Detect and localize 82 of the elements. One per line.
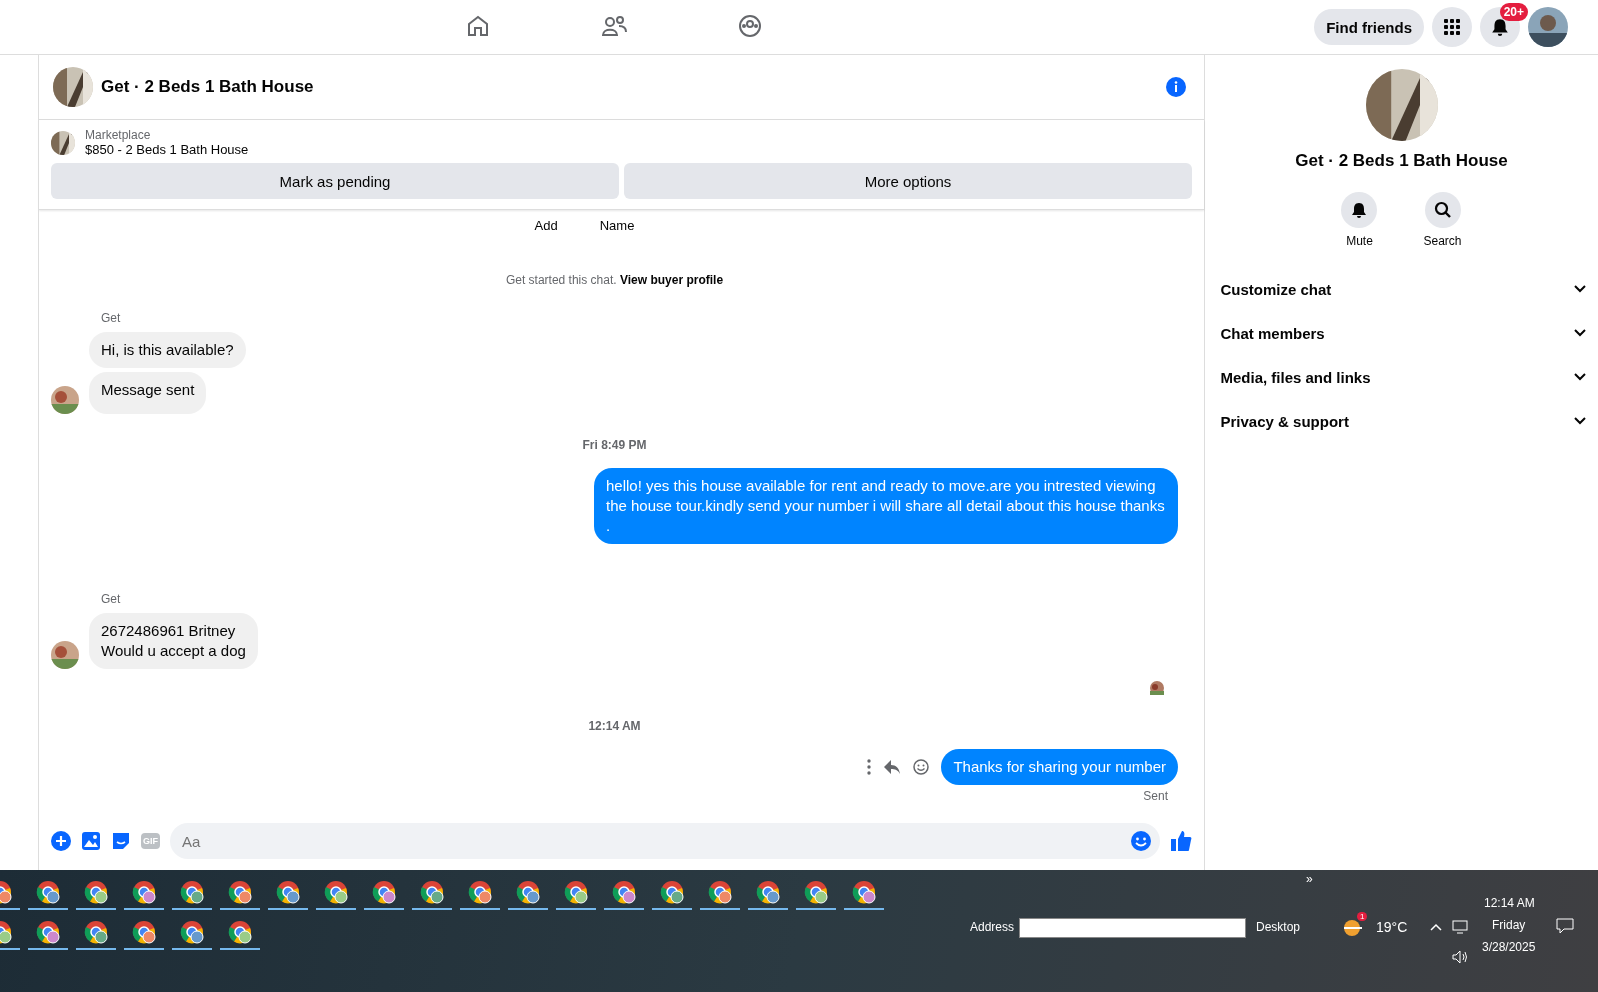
bell-icon <box>1350 201 1369 219</box>
bell-icon <box>1490 17 1510 37</box>
clock-date: 3/28/2025 <box>1482 940 1536 954</box>
section-toggle[interactable]: Chat members <box>1216 311 1587 355</box>
column-label: Add <box>534 218 558 233</box>
listing-button[interactable]: More options <box>624 163 1192 199</box>
browser-icon <box>228 920 252 944</box>
browser-icon <box>228 880 252 904</box>
more-icon[interactable] <box>867 759 872 775</box>
chat-start-note: Get started this chat. View buyer profile <box>505 273 724 287</box>
reply-icon[interactable] <box>883 759 902 775</box>
browser-icon <box>180 880 204 904</box>
section-toggle[interactable]: Privacy & support <box>1216 399 1587 443</box>
address-field[interactable] <box>1019 918 1246 938</box>
groups-icon <box>738 13 762 38</box>
notification-badge: 20+ <box>1499 3 1528 21</box>
smiley-icon[interactable] <box>913 759 930 775</box>
browser-icon <box>708 880 732 904</box>
browser-icon <box>804 880 828 904</box>
monitor-icon[interactable] <box>1452 920 1468 934</box>
section-toggle[interactable]: Media, files and links <box>1216 355 1587 399</box>
plus-icon[interactable] <box>51 831 71 851</box>
browser-icon <box>372 880 396 904</box>
message-field[interactable]: Aa <box>170 823 1160 859</box>
clock-time: 12:14 AM <box>1484 896 1535 910</box>
address-label: Address <box>970 920 1015 934</box>
browser-icon <box>516 880 540 904</box>
find-friends-button[interactable]: Find friends <box>1314 9 1424 45</box>
action-button[interactable]: Search <box>1417 191 1468 249</box>
buyer-profile-link[interactable]: View buyer profile <box>619 273 724 287</box>
info-icon[interactable] <box>1166 77 1186 97</box>
message-bubble: Hi, is this available? <box>89 332 246 368</box>
action-button[interactable]: Mute <box>1335 191 1384 249</box>
message-bubble: Thanks for sharing your number <box>941 749 1178 785</box>
weather-badge: 1 <box>1357 912 1368 921</box>
message-bubble: hello! yes this house available for rent and ready to move.are you intrested viewing the house tour.kindly send your number i will share all detail about this house thanks . <box>594 468 1178 544</box>
speaker-icon[interactable] <box>1452 950 1468 964</box>
sticker-icon[interactable] <box>111 831 131 851</box>
browser-icon <box>36 880 60 904</box>
message-bubble: Message sent <box>89 372 207 414</box>
browser-icon <box>324 880 348 904</box>
sender-name: Get <box>101 311 122 325</box>
browser-icon <box>852 880 876 904</box>
smiley-icon[interactable] <box>1130 830 1152 852</box>
home-icon <box>466 13 490 38</box>
search-icon <box>1433 201 1452 219</box>
sender-name: Get <box>101 592 122 606</box>
message-status: Sent <box>1143 789 1168 803</box>
browser-icon <box>420 880 444 904</box>
timestamp: 12:14 AM <box>587 719 642 733</box>
timestamp: Fri 8:49 PM <box>581 438 648 452</box>
browser-icon <box>612 880 636 904</box>
browser-icon <box>564 880 588 904</box>
menu-button[interactable] <box>1432 7 1472 47</box>
notification-icon[interactable] <box>1556 918 1574 934</box>
section-toggle[interactable]: Customize chat <box>1216 267 1587 311</box>
listing-button[interactable]: Mark as pending <box>51 163 619 199</box>
grid-icon <box>1443 18 1461 36</box>
clock-day: Friday <box>1492 918 1526 932</box>
thumbs-up-icon[interactable] <box>1170 830 1192 852</box>
desktop-label[interactable]: Desktop <box>1256 920 1301 934</box>
browser-icon <box>756 880 780 904</box>
listing-title: $850 - 2 Beds 1 Bath House <box>85 142 249 157</box>
column-label: Name <box>599 218 635 233</box>
browser-icon <box>468 880 492 904</box>
message-bubble: 2672486961 Britney Would u accept a dog <box>89 613 258 669</box>
browser-icon <box>132 920 156 944</box>
browser-icon <box>180 920 204 944</box>
browser-icon <box>36 920 60 944</box>
listing-source: Marketplace <box>85 128 152 142</box>
browser-icon <box>84 920 108 944</box>
image-icon[interactable] <box>81 831 101 851</box>
browser-icon <box>132 880 156 904</box>
caret-up-icon[interactable] <box>1430 923 1442 931</box>
conversation-name: Get · 2 Beds 1 Bath House <box>1295 151 1508 171</box>
browser-icon <box>660 880 684 904</box>
browser-icon <box>84 880 108 904</box>
browser-icon <box>276 880 300 904</box>
chat-title: Get · 2 Beds 1 Bath House <box>101 77 315 97</box>
toolbar-chevron[interactable]: » <box>1306 872 1313 886</box>
temperature: 19°C <box>1376 919 1408 935</box>
friends-icon <box>601 13 627 38</box>
